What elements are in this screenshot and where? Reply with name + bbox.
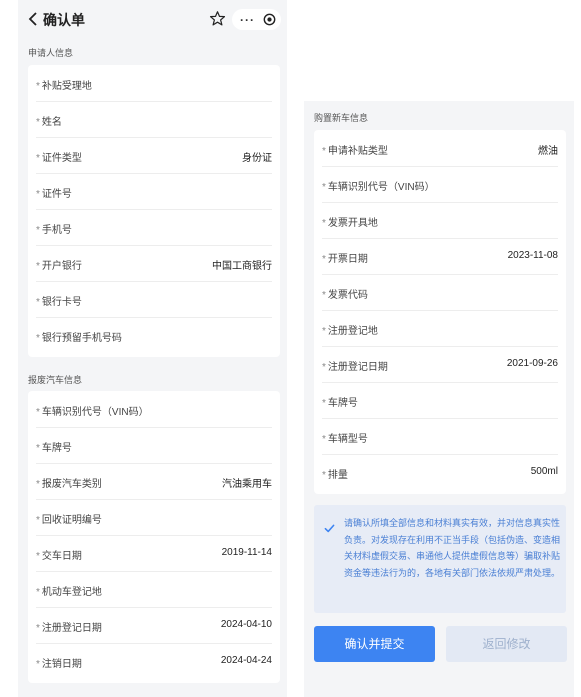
field-label: * 注册登记地 (322, 326, 378, 337)
field-label: * 申请补贴类型 (322, 146, 388, 157)
field-label: * 车牌号 (36, 443, 72, 454)
field-row[interactable]: * 手机号 (36, 209, 272, 246)
field-value: 身份证 (242, 153, 272, 164)
scrap-car-info-card: * 车辆识别代号（VIN码） * 车牌号 * 报废汽车类别 汽油乘用车 * 回收证明编号 … (28, 391, 280, 683)
field-row[interactable]: * 报废汽车类别 汽油乘用车 (36, 463, 272, 500)
field-row[interactable]: * 回收证明编号 (36, 499, 272, 536)
field-label: * 姓名 (36, 117, 62, 128)
field-row[interactable]: * 申请补贴类型 燃油 (322, 130, 558, 167)
field-label: * 机动车登记地 (36, 587, 102, 598)
star-icon[interactable] (209, 10, 226, 27)
field-label: * 排量 (322, 470, 348, 481)
back-modify-button[interactable]: 返回修改 (446, 626, 567, 662)
field-row[interactable]: * 银行卡号 (36, 281, 272, 318)
field-row[interactable]: * 补贴受理地 (36, 65, 272, 102)
field-row[interactable]: * 排量 500ml (322, 454, 558, 490)
field-label: * 补贴受理地 (36, 81, 92, 92)
field-label: * 银行预留手机号码 (36, 333, 122, 344)
mini-program-capsule: ··· (232, 9, 281, 30)
field-label: * 银行卡号 (36, 297, 82, 308)
field-label: * 手机号 (36, 225, 72, 236)
declaration-notice: 请确认所填全部信息和材料真实有效，并对信息真实性负责。对发现存在利用不正当手段（… (314, 505, 566, 613)
field-value: 2024-04-24 (220, 655, 272, 666)
field-row[interactable]: * 开票日期 2023-11-08 (322, 238, 558, 275)
section-title-scrap-car: 报废汽车信息 (28, 375, 83, 385)
field-row[interactable]: * 车牌号 (36, 427, 272, 464)
field-row[interactable]: * 发票开具地 (322, 202, 558, 239)
field-row[interactable]: * 注销日期 2024-04-24 (36, 643, 272, 679)
field-value: 燃油 (538, 146, 558, 157)
field-row[interactable]: * 车辆识别代号（VIN码） (322, 166, 558, 203)
close-target-icon[interactable] (263, 13, 276, 26)
field-label: * 注销日期 (36, 659, 82, 670)
field-value: 2021-09-26 (506, 358, 558, 369)
page-title: 确认单 (43, 12, 85, 28)
field-row[interactable]: * 开户银行 中国工商银行 (36, 245, 272, 282)
field-row[interactable]: * 发票代码 (322, 274, 558, 311)
field-value: 500ml (530, 466, 558, 477)
field-value: 2019-11-14 (221, 547, 272, 558)
field-row[interactable]: * 车牌号 (322, 382, 558, 419)
field-label: * 开票日期 (322, 254, 368, 265)
field-label: * 车辆识别代号（VIN码） (36, 407, 149, 418)
field-row[interactable]: * 证件类型 身份证 (36, 137, 272, 174)
field-label: * 报废汽车类别 (36, 479, 102, 490)
confirmation-form-left: 确认单 ··· 申请人信息 * 补贴受理地 * 姓名 * 证件类型 身份证 * 证件号 *… (18, 0, 287, 697)
field-row[interactable]: * 证件号 (36, 173, 272, 210)
section-title-new-car: 购置新车信息 (314, 113, 369, 123)
field-row[interactable]: * 银行预留手机号码 (36, 317, 272, 353)
more-menu-button[interactable]: ··· (240, 13, 255, 27)
field-label: * 车辆型号 (322, 434, 368, 445)
field-label: * 发票代码 (322, 290, 368, 301)
field-row[interactable]: * 姓名 (36, 101, 272, 138)
agreement-checkbox-checked-icon[interactable] (324, 523, 335, 534)
field-row[interactable]: * 机动车登记地 (36, 571, 272, 608)
field-label: * 注册登记日期 (322, 362, 388, 373)
field-value: 汽油乘用车 (222, 479, 272, 490)
field-label: * 车辆识别代号（VIN码） (322, 182, 435, 193)
new-car-info-card: * 申请补贴类型 燃油 * 车辆识别代号（VIN码） * 发票开具地 * 开票日期 2023… (314, 130, 566, 494)
field-value: 中国工商银行 (212, 261, 272, 272)
confirm-submit-button[interactable]: 确认并提交 (314, 626, 435, 662)
back-arrow-icon[interactable] (24, 9, 44, 29)
field-label: * 车牌号 (322, 398, 358, 409)
top-navigation-bar: 确认单 ··· (18, 0, 287, 38)
field-value: 2023-11-08 (507, 250, 558, 261)
section-title-applicant: 申请人信息 (28, 48, 74, 58)
field-label: * 发票开具地 (322, 218, 378, 229)
field-row[interactable]: * 注册登记日期 2024-04-10 (36, 607, 272, 644)
field-label: * 交车日期 (36, 551, 82, 562)
declaration-text: 请确认所填全部信息和材料真实有效，并对信息真实性负责。对发现存在利用不正当手段（… (344, 518, 561, 578)
field-label: * 开户银行 (36, 261, 82, 272)
confirmation-form-right: 购置新车信息 * 申请补贴类型 燃油 * 车辆识别代号（VIN码） * 发票开具地 * 开… (304, 101, 574, 697)
field-label: * 注册登记日期 (36, 623, 102, 634)
field-value: 2024-04-10 (220, 619, 272, 630)
field-label: * 证件号 (36, 189, 72, 200)
field-row[interactable]: * 注册登记日期 2021-09-26 (322, 346, 558, 383)
applicant-info-card: * 补贴受理地 * 姓名 * 证件类型 身份证 * 证件号 * 手机号 * 开户银行 中国工商银… (28, 65, 280, 357)
field-row[interactable]: * 交车日期 2019-11-14 (36, 535, 272, 572)
field-label: * 回收证明编号 (36, 515, 102, 526)
field-label: * 证件类型 (36, 153, 82, 164)
field-row[interactable]: * 车辆型号 (322, 418, 558, 455)
field-row[interactable]: * 车辆识别代号（VIN码） (36, 391, 272, 428)
field-row[interactable]: * 注册登记地 (322, 310, 558, 347)
